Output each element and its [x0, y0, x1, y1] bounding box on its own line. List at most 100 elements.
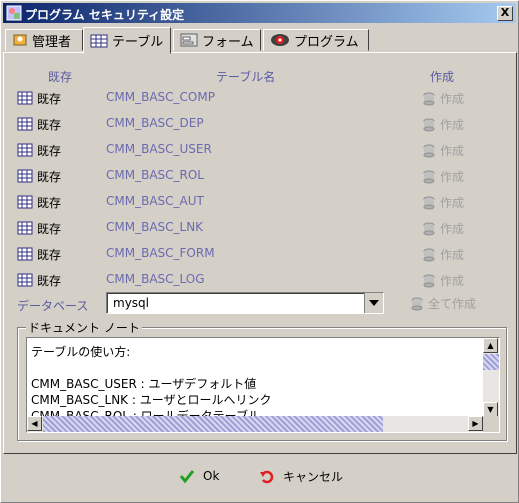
undo-icon	[260, 470, 274, 483]
create-all-label: 全て作成	[428, 297, 477, 311]
row-status: 既存	[37, 118, 62, 132]
row-status: 既存	[37, 248, 62, 262]
row-create-button[interactable]: 作成	[422, 90, 464, 107]
table-row: 既存 CMM_BASC_LNK 作成	[4, 216, 516, 242]
tab-admin-label: 管理者	[32, 34, 72, 50]
row-create-button[interactable]: 作成	[422, 272, 464, 289]
table-icon	[17, 247, 33, 261]
database-create-icon	[423, 118, 435, 131]
database-create-icon	[423, 248, 435, 261]
close-button[interactable]: X	[497, 6, 513, 21]
table-icon	[17, 169, 33, 183]
table-row: 既存 CMM_BASC_FORM 作成	[4, 242, 516, 268]
admin-icon	[13, 34, 27, 46]
database-label: データベース	[17, 299, 89, 313]
row-create-button[interactable]: 作成	[422, 142, 464, 159]
row-create-button[interactable]: 作成	[422, 220, 464, 237]
tab-bar: 管理者 テーブル フォーム プログラム	[3, 27, 516, 54]
row-create-button[interactable]: 作成	[422, 194, 464, 211]
row-create-label: 作成	[440, 248, 465, 262]
database-create-icon	[423, 196, 435, 209]
tab-program-label: プログラム	[294, 34, 359, 50]
header-table-name: テーブル名	[216, 70, 276, 84]
document-note-text: テーブルの使い方: CMM_BASC_USER : ユーザデフォルト値 CMM_BA…	[31, 344, 272, 424]
chevron-down-icon[interactable]	[364, 293, 383, 313]
note-line: テーブルの使い方:	[31, 345, 131, 359]
scroll-left-icon[interactable]: ◀	[27, 416, 42, 431]
table-icon	[17, 117, 33, 131]
table-icon	[17, 91, 33, 105]
window-title: プログラム セキュリティ設定	[25, 8, 185, 22]
ok-label: Ok	[203, 469, 220, 483]
table-row: 既存 CMM_BASC_ROL 作成	[4, 164, 516, 190]
scrollbar-corner	[483, 416, 499, 432]
security-settings-window: プログラム セキュリティ設定 X 管理者 テーブル フォーム プログラム 既存 …	[0, 0, 519, 503]
row-table-name: CMM_BASC_FORM	[106, 246, 215, 260]
database-create-icon	[423, 144, 435, 157]
database-create-icon	[423, 92, 435, 105]
table-icon	[17, 195, 33, 209]
ok-button[interactable]: Ok	[179, 468, 219, 484]
note-line: CMM_BASC_LNK : ユーザとロールへリンク	[31, 393, 272, 407]
cancel-button[interactable]: キャンセル	[259, 468, 343, 485]
title-bar[interactable]: プログラム セキュリティ設定 X	[3, 3, 516, 23]
table-row: 既存 CMM_BASC_LOG 作成	[4, 268, 516, 294]
cancel-label: キャンセル	[283, 470, 344, 484]
row-table-name: CMM_BASC_COMP	[106, 90, 215, 104]
row-table-name: CMM_BASC_LNK	[106, 220, 204, 234]
row-table-name: CMM_BASC_DEP	[106, 116, 204, 130]
row-table-name: CMM_BASC_ROL	[106, 168, 204, 182]
table-icon	[17, 221, 33, 235]
tab-form-label: フォーム	[202, 34, 254, 50]
app-icon	[6, 5, 22, 21]
tab-form[interactable]: フォーム	[173, 29, 261, 51]
row-status: 既存	[37, 222, 62, 236]
scroll-right-icon[interactable]: ▶	[468, 416, 483, 431]
row-create-label: 作成	[440, 196, 465, 210]
document-note-textarea[interactable]: テーブルの使い方: CMM_BASC_USER : ユーザデフォルト値 CMM_BA…	[26, 337, 500, 433]
tab-program[interactable]: プログラム	[263, 29, 369, 51]
row-status: 既存	[37, 92, 62, 106]
horizontal-scroll-thumb[interactable]	[43, 416, 383, 432]
row-create-button[interactable]: 作成	[422, 116, 464, 133]
note-line: CMM_BASC_USER : ユーザデフォルト値	[31, 377, 257, 391]
table-row: 既存 CMM_BASC_USER 作成	[4, 138, 516, 164]
row-create-label: 作成	[440, 274, 465, 288]
scroll-up-icon[interactable]: ▲	[483, 338, 498, 353]
row-status: 既存	[37, 274, 62, 288]
row-create-label: 作成	[440, 144, 465, 158]
checkmark-icon	[179, 470, 195, 484]
scroll-down-icon[interactable]: ▼	[483, 402, 498, 417]
row-create-label: 作成	[440, 170, 465, 184]
tab-table[interactable]: テーブル	[83, 27, 171, 54]
row-create-label: 作成	[440, 118, 465, 132]
table-row: 既存 CMM_BASC_DEP 作成	[4, 112, 516, 138]
vertical-scroll-thumb[interactable]	[483, 354, 499, 370]
database-select-value: mysql	[113, 296, 149, 310]
table-icon	[17, 143, 33, 157]
create-all-button[interactable]: 全て作成	[410, 295, 476, 312]
table-row: 既存 CMM_BASC_AUT 作成	[4, 190, 516, 216]
row-create-button[interactable]: 作成	[422, 246, 464, 263]
program-icon	[271, 34, 289, 46]
vertical-scrollbar[interactable]: ▲ ▼	[483, 338, 499, 417]
note-line	[31, 360, 272, 376]
row-table-name: CMM_BASC_LOG	[106, 272, 205, 286]
row-create-button[interactable]: 作成	[422, 168, 464, 185]
tab-admin[interactable]: 管理者	[5, 29, 83, 51]
table-tab-panel: 既存 テーブル名 作成 既存 CMM_BASC_COMP 作成 既存 CMM_BASC_…	[3, 52, 517, 454]
database-create-icon	[423, 274, 435, 287]
database-create-icon	[423, 222, 435, 235]
row-status: 既存	[37, 170, 62, 184]
table-icon	[17, 273, 33, 287]
row-status: 既存	[37, 144, 62, 158]
row-create-label: 作成	[440, 92, 465, 106]
horizontal-scrollbar[interactable]: ◀ ▶	[27, 416, 483, 432]
database-create-icon	[411, 297, 423, 310]
row-table-name: CMM_BASC_AUT	[106, 194, 204, 208]
header-status: 既存	[48, 70, 73, 84]
row-status: 既存	[37, 196, 62, 210]
table-row: 既存 CMM_BASC_COMP 作成	[4, 86, 516, 112]
tab-table-label: テーブル	[112, 35, 164, 50]
database-select[interactable]: mysql	[106, 292, 384, 314]
